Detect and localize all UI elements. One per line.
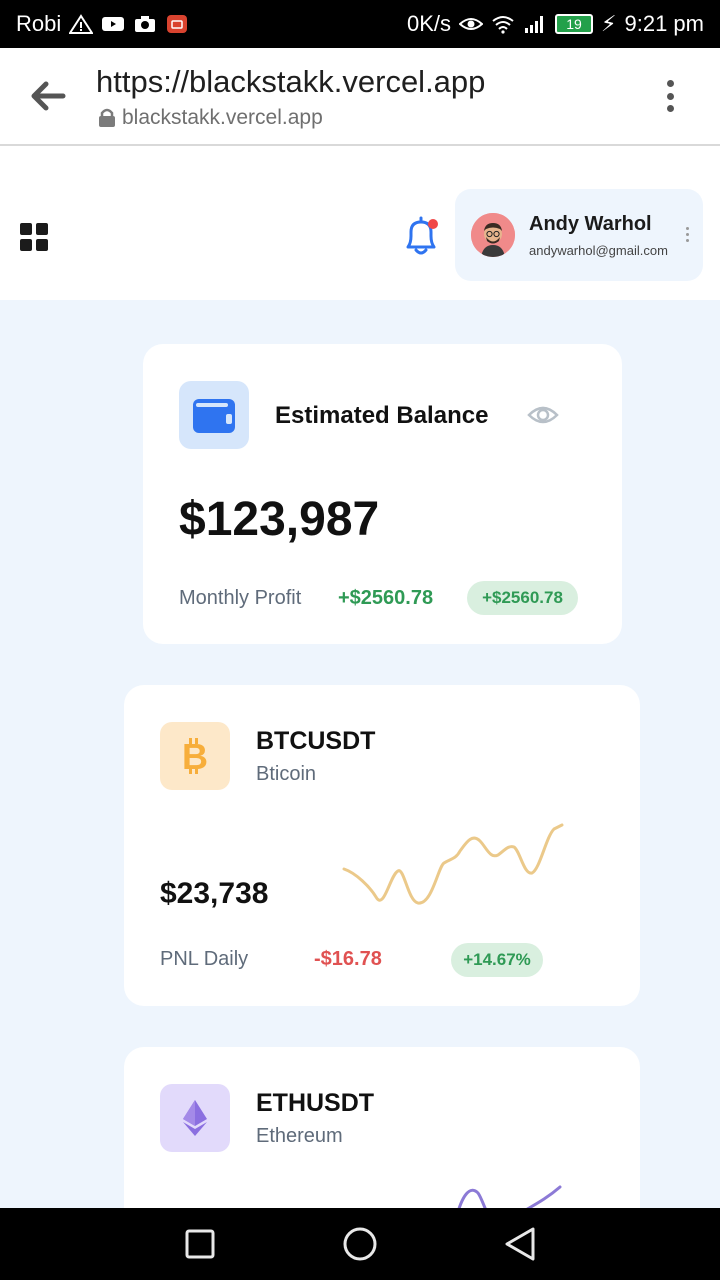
ethereum-icon: [183, 1100, 207, 1136]
user-menu-dots-icon[interactable]: [686, 227, 689, 242]
youtube-icon: [102, 17, 125, 31]
coin-price: $23,738: [160, 877, 269, 910]
dashboard-grid-icon[interactable]: [20, 223, 48, 251]
balance-amount: $123,987: [179, 493, 380, 546]
system-back-button[interactable]: [490, 1214, 550, 1274]
browser-menu-button[interactable]: [658, 76, 682, 116]
browser-toolbar: https://blackstakk.vercel.app blackstakk…: [0, 48, 720, 146]
charging-icon: ⚡: [601, 11, 617, 36]
page-url-title[interactable]: https://blackstakk.vercel.app: [96, 64, 485, 100]
balance-card: Estimated Balance $123,987 Monthly Profi…: [143, 344, 622, 644]
pnl-daily-label: PNL Daily: [160, 948, 249, 970]
wallet-icon-box: [179, 381, 249, 449]
coin-pair: BTCUSDT: [256, 727, 376, 755]
coin-pair: ETHUSDT: [256, 1089, 375, 1117]
bitcoin-icon: B: [182, 736, 208, 776]
monthly-profit-value: +$2560.78: [338, 587, 434, 609]
pnl-daily-value: -$16.78: [314, 948, 382, 970]
arrow-left-icon: [31, 81, 66, 111]
price-sparkline: [342, 823, 564, 905]
user-email: andywarhol@gmail.com: [529, 243, 668, 258]
wifi-icon: [492, 16, 514, 34]
wallet-icon: [193, 399, 235, 433]
user-profile-chip[interactable]: Andy Warhol andywarhol@gmail.com: [455, 189, 703, 281]
circle-icon: [343, 1227, 377, 1261]
user-name: Andy Warhol: [529, 213, 652, 235]
pnl-percent-badge: +14.67%: [451, 943, 543, 977]
url-domain[interactable]: blackstakk.vercel.app: [98, 106, 323, 130]
coin-icon-box: B: [160, 722, 230, 790]
network-speed: 0K/s: [407, 11, 452, 36]
eye-comfort-icon: [459, 18, 484, 30]
app-header: Andy Warhol andywarhol@gmail.com: [0, 146, 720, 300]
app-notification-icon: [167, 15, 188, 33]
avatar: [471, 213, 515, 257]
coin-name: Bticoin: [256, 763, 317, 785]
coin-icon-box: [160, 1084, 230, 1152]
carrier-name: Robi: [16, 11, 62, 36]
lock-icon: [99, 108, 115, 127]
recents-button[interactable]: [170, 1214, 230, 1274]
monthly-profit-badge: +$2560.78: [467, 581, 578, 615]
triangle-back-icon: [505, 1227, 535, 1261]
balance-title: Estimated Balance: [275, 402, 489, 429]
eye-visibility-icon[interactable]: [527, 404, 559, 426]
warning-icon: [69, 14, 94, 34]
square-icon: [185, 1229, 215, 1259]
url-domain-label: blackstakk.vercel.app: [122, 106, 323, 129]
signal-icon: [525, 16, 544, 33]
more-vert-icon: [666, 80, 674, 87]
monthly-profit-label: Monthly Profit: [179, 587, 302, 609]
clock: 9:21 pm: [624, 11, 705, 36]
battery-indicator: 19: [555, 14, 594, 34]
notification-bell-icon[interactable]: [400, 214, 442, 258]
camera-icon: [135, 16, 156, 32]
status-bar: Robi 0K/s 19 ⚡ 9:21 pm: [0, 0, 720, 48]
coin-name: Ethereum: [256, 1125, 343, 1147]
system-navigation-bar: [0, 1208, 720, 1280]
back-button[interactable]: [28, 78, 68, 114]
coin-card-btcusdt[interactable]: B BTCUSDT Bticoin $23,738 PNL Daily -$16…: [124, 685, 640, 1006]
home-button[interactable]: [330, 1214, 390, 1274]
